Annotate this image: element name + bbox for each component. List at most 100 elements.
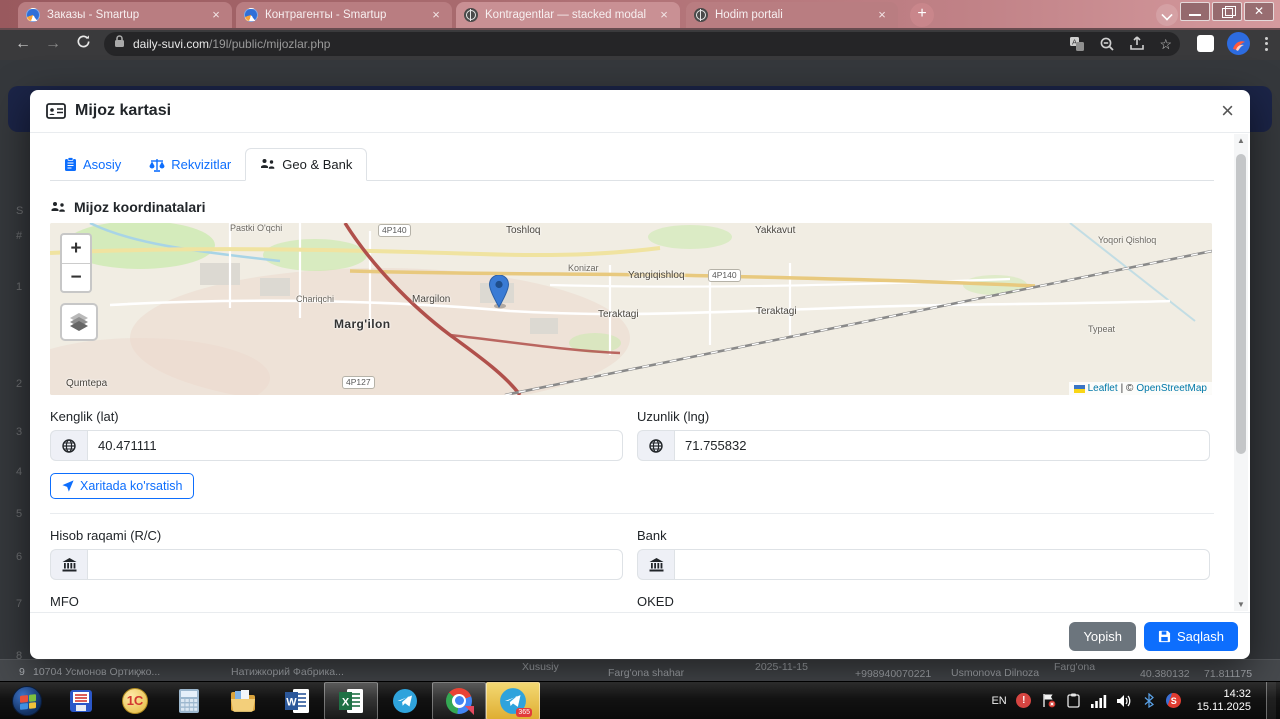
clipboard-tray-icon[interactable] <box>1066 693 1082 709</box>
tab-geo-bank-active[interactable]: Geo & Bank <box>245 148 368 181</box>
tab-rekvizitlar[interactable]: Rekvizitlar <box>135 149 245 180</box>
bookmark-star-icon[interactable]: ☆ <box>1159 36 1172 53</box>
bg-col-label: S <box>16 205 24 217</box>
taskbar-chrome-app-active[interactable] <box>432 681 486 719</box>
back-button[interactable]: ← <box>8 35 38 53</box>
clipboard-icon <box>65 157 76 171</box>
leaflet-link[interactable]: Leaflet <box>1088 383 1118 394</box>
new-tab-button[interactable]: + <box>910 3 934 27</box>
windows-start-icon <box>12 685 42 716</box>
clock-date: 15.11.2025 <box>1196 700 1251 713</box>
page-backdrop: S # 1 2 3 4 5 6 7 8 9 10704 Усмонов Орти… <box>0 60 1280 681</box>
browser-tab-3-active[interactable]: Kontragentlar — stacked modal ( × <box>456 2 680 28</box>
tab-asosiy[interactable]: Asosiy <box>50 149 135 180</box>
bank-label: Bank <box>637 528 667 543</box>
share-icon[interactable] <box>1129 36 1145 52</box>
people-map-icon <box>51 201 65 212</box>
telegram-icon <box>393 688 417 713</box>
lat-label: Kenglik (lat) <box>50 409 119 424</box>
bg-cell: Usmonova Dilnoza <box>951 667 1040 679</box>
browser-tab-1[interactable]: Заказы - Smartup × <box>18 2 232 28</box>
taskbar-clock[interactable]: 14:32 15.11.2025 <box>1197 688 1251 714</box>
window-close-button[interactable]: ✕ <box>1244 2 1274 21</box>
bluetooth-icon[interactable] <box>1141 693 1157 709</box>
reload-button[interactable] <box>68 34 98 54</box>
show-desktop-button[interactable] <box>1266 681 1276 719</box>
folder-icon <box>231 689 255 712</box>
action-center-flag-icon[interactable] <box>1041 693 1057 709</box>
scroll-up-arrow-icon[interactable]: ▲ <box>1234 134 1248 147</box>
account-input[interactable] <box>87 549 623 580</box>
zoom-out-button[interactable]: − <box>62 263 90 291</box>
translate-icon[interactable]: A <box>1069 36 1085 52</box>
1c-icon: 1С <box>126 693 144 708</box>
bg-col-label: # <box>16 230 23 242</box>
taskbar-floppy-app[interactable] <box>54 682 108 719</box>
taskbar-1c-app[interactable]: 1С <box>108 682 162 719</box>
tab-close-icon[interactable]: × <box>656 7 672 23</box>
tray-app-icon[interactable]: S <box>1166 693 1182 709</box>
taskbar-excel-app-active[interactable]: X <box>324 681 378 719</box>
tab-label: Geo & Bank <box>282 157 353 172</box>
calculator-icon <box>179 688 199 713</box>
map-place-label: Toshloq <box>506 225 541 236</box>
browser-tab-2[interactable]: Контрагенты - Smartup × <box>236 2 452 28</box>
show-on-map-button[interactable]: Xaritada ko'rsatish <box>50 473 195 499</box>
reload-icon <box>77 35 89 48</box>
map-place-label: Yakkavut <box>755 225 796 236</box>
network-signal-icon[interactable] <box>1090 693 1107 709</box>
map-attribution: Leaflet | © OpenStreetMap <box>1068 382 1212 395</box>
bg-row-number: 3 <box>16 426 23 438</box>
lat-input[interactable] <box>87 430 623 461</box>
modal-close-icon[interactable]: × <box>1221 100 1234 122</box>
start-button[interactable] <box>0 682 54 719</box>
tab-close-icon[interactable]: × <box>874 7 890 23</box>
browser-tab-4[interactable]: Hodim portali × <box>686 2 898 28</box>
scroll-down-arrow-icon[interactable]: ▼ <box>1234 598 1248 611</box>
language-indicator[interactable]: EN <box>991 695 1006 707</box>
taskbar-explorer-app[interactable] <box>216 682 270 719</box>
bg-row-number: 6 <box>16 551 23 563</box>
alert-tray-icon[interactable]: ! <box>1016 693 1032 709</box>
bank-input[interactable] <box>674 549 1210 580</box>
save-button[interactable]: Saqlash <box>1144 621 1238 651</box>
zoom-in-button[interactable]: + <box>62 235 90 263</box>
modal-scrollbar[interactable]: ▲ ▼ <box>1234 134 1248 611</box>
tab-close-icon[interactable]: × <box>208 7 224 23</box>
zoom-minus-icon[interactable] <box>1099 36 1115 52</box>
badge-365: 365 <box>516 707 532 717</box>
restore-button[interactable] <box>1212 2 1242 21</box>
close-button[interactable]: Yopish <box>1069 621 1137 651</box>
forward-button[interactable]: → <box>38 35 68 53</box>
tab-search-chevron-icon[interactable] <box>1156 4 1178 26</box>
taskbar-calculator-app[interactable] <box>162 682 216 719</box>
profile-avatar[interactable] <box>1227 32 1250 55</box>
tab-close-icon[interactable]: × <box>428 7 444 23</box>
taskbar-telegram-app[interactable] <box>378 682 432 719</box>
lng-input[interactable] <box>674 430 1210 461</box>
bg-cell: 40.380132 <box>1140 668 1190 680</box>
modal-title: Mijoz kartasi <box>75 102 172 119</box>
map-layers-button[interactable] <box>60 303 98 341</box>
browser-menu-icon[interactable] <box>1263 35 1270 53</box>
url-domain: daily-suvi.com <box>133 37 210 51</box>
clock-time: 14:32 <box>1223 687 1251 700</box>
taskbar-telegram365-app-active[interactable]: 365 <box>486 681 540 719</box>
minimize-button[interactable] <box>1180 2 1210 21</box>
map-marker-icon[interactable] <box>488 274 510 314</box>
bg-cell: 71.811175 <box>1204 668 1253 680</box>
address-bar[interactable]: daily-suvi.com/19l/public/mijozlar.php A… <box>104 32 1180 56</box>
browser-toolbar: ← → daily-suvi.com/19l/public/mijozlar.p… <box>0 28 1280 60</box>
section-heading: Mijoz koordinatalari <box>50 199 1230 215</box>
volume-icon[interactable] <box>1116 693 1132 709</box>
leaflet-map[interactable]: Pastki O'qchi Toshloq Yakkavut Yoqori Qi… <box>50 223 1212 395</box>
url-text: daily-suvi.com/19l/public/mijozlar.php <box>133 37 330 51</box>
taskbar-word-app[interactable]: W <box>270 682 324 719</box>
excel-icon: X <box>339 688 363 713</box>
extension-icon[interactable] <box>1197 35 1214 52</box>
bg-cell: 9 <box>19 666 25 678</box>
window-controls: ✕ <box>1178 2 1274 21</box>
scrollbar-thumb[interactable] <box>1236 154 1246 454</box>
bg-cell: Xususiy <box>522 661 559 673</box>
osm-link[interactable]: OpenStreetMap <box>1136 383 1207 394</box>
